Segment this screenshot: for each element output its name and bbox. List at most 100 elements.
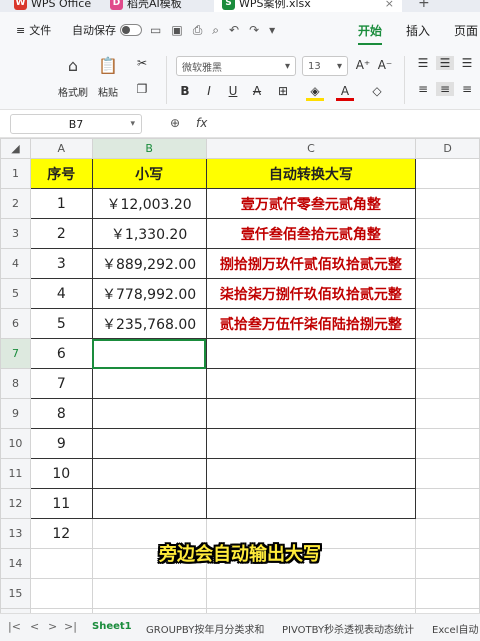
cell-seq[interactable]: 4	[29, 278, 93, 309]
row-header[interactable]: 11	[0, 458, 31, 489]
cell-upper[interactable]	[205, 368, 417, 399]
decrease-font-icon[interactable]: A⁻	[376, 58, 394, 72]
row-header[interactable]: 3	[0, 218, 31, 249]
cell[interactable]	[415, 278, 480, 309]
ribbon-tab-insert[interactable]: 插入	[406, 22, 430, 39]
row-header[interactable]: 5	[0, 278, 31, 309]
ribbon-tab-page[interactable]: 页面	[454, 22, 478, 39]
new-tab-button[interactable]: +	[418, 0, 430, 12]
open-file-icon[interactable]: ▭	[150, 23, 161, 37]
row-header[interactable]: 2	[0, 188, 31, 219]
cell-lower[interactable]: ￥235,768.00	[91, 308, 207, 339]
cell-upper[interactable]: 壹万贰仟零叁元贰角整	[205, 188, 417, 219]
close-tab-icon[interactable]: ×	[385, 0, 394, 10]
tab-template[interactable]: D 稻壳AI模板	[110, 0, 182, 12]
more-icon[interactable]: ▾	[269, 23, 275, 37]
cell-lower[interactable]	[91, 338, 207, 369]
paste-button[interactable]: 📋 粘贴	[98, 56, 118, 99]
copy-icon[interactable]: ❐	[133, 82, 151, 96]
header-cell-lower[interactable]: 小写	[91, 158, 207, 189]
cell-upper[interactable]: 柒拾柒万捌仟玖佰玖拾贰元整	[205, 278, 417, 309]
cell[interactable]	[415, 458, 480, 489]
cell[interactable]	[415, 368, 480, 399]
save-icon[interactable]: ▣	[171, 23, 182, 37]
ribbon-tab-home[interactable]: 开始	[358, 22, 383, 45]
header-cell-seq[interactable]: 序号	[29, 158, 93, 189]
row-header[interactable]: 1	[0, 158, 31, 189]
formula-input[interactable]	[218, 114, 474, 134]
clear-format-icon[interactable]: ◇	[368, 84, 386, 98]
cell-upper[interactable]	[205, 488, 417, 519]
row-header[interactable]: 4	[0, 248, 31, 279]
borders-icon[interactable]: ⊞	[274, 84, 292, 98]
cell-seq[interactable]: 5	[29, 308, 93, 339]
cell[interactable]	[415, 398, 480, 429]
cell-seq[interactable]: 3	[29, 248, 93, 279]
align-center-icon[interactable]: ≡	[436, 82, 454, 96]
autosave-toggle[interactable]: 自动保存	[72, 22, 142, 38]
cell-seq[interactable]: 8	[29, 398, 93, 429]
cell[interactable]	[415, 248, 480, 279]
cell-upper[interactable]: 壹仟叁佰叁拾元贰角整	[205, 218, 417, 249]
cell[interactable]	[415, 188, 480, 219]
cell[interactable]	[415, 158, 480, 189]
cell[interactable]	[415, 488, 480, 519]
cut-icon[interactable]: ✂	[133, 56, 151, 70]
redo-icon[interactable]: ↷	[249, 23, 259, 37]
increase-font-icon[interactable]: A⁺	[354, 58, 372, 72]
bold-icon[interactable]: B	[176, 84, 194, 98]
cell-seq[interactable]: 9	[29, 428, 93, 459]
cell-seq[interactable]: 10	[29, 458, 93, 489]
align-top-icon[interactable]: ☰	[414, 56, 432, 70]
row-header[interactable]: 10	[0, 428, 31, 459]
file-menu[interactable]: ≡ 文件	[16, 22, 51, 38]
cell-upper[interactable]	[205, 338, 417, 369]
cell-upper[interactable]	[205, 428, 417, 459]
cell-lower[interactable]: ￥12,003.20	[91, 188, 207, 219]
name-box[interactable]: B7 ▾	[10, 114, 142, 134]
cell[interactable]	[415, 428, 480, 459]
cell[interactable]	[415, 308, 480, 339]
cell-seq[interactable]	[29, 578, 93, 609]
sheet-tab-groupby[interactable]: GROUPBY按年月分类求和	[146, 621, 264, 636]
font-name-select[interactable]: 微软雅黑 ▾	[176, 56, 296, 76]
underline-icon[interactable]: U	[224, 84, 242, 98]
prev-sheet-icon[interactable]: <	[30, 620, 39, 633]
row-header[interactable]: 15	[0, 578, 31, 609]
tab-wps-office[interactable]: W WPS Office	[14, 0, 91, 12]
fx-icon[interactable]: fx	[196, 116, 207, 130]
sheet-tab-sheet1[interactable]: Sheet1	[92, 621, 132, 632]
cell-lower[interactable]: ￥889,292.00	[91, 248, 207, 279]
format-painter-button[interactable]: ⌂ 格式刷	[58, 56, 88, 99]
cell-seq[interactable]: 7	[29, 368, 93, 399]
header-cell-upper[interactable]: 自动转换大写	[205, 158, 417, 189]
cell-upper[interactable]	[205, 578, 417, 609]
sheet-tab-pivotby[interactable]: PIVOTBY秒杀透视表动态统计	[282, 621, 414, 636]
row-header[interactable]: 9	[0, 398, 31, 429]
strikethrough-icon[interactable]: A	[248, 84, 266, 98]
undo-icon[interactable]: ↶	[229, 23, 239, 37]
print-preview-icon[interactable]: ⌕	[212, 23, 219, 38]
align-right-icon[interactable]: ≡	[458, 82, 476, 96]
last-sheet-icon[interactable]: >|	[64, 620, 77, 633]
cell-lower[interactable]: ￥778,992.00	[91, 278, 207, 309]
cell-lower[interactable]	[91, 488, 207, 519]
cell-seq[interactable]: 11	[29, 488, 93, 519]
print-icon[interactable]: ⎙	[193, 23, 203, 38]
cell-upper[interactable]	[205, 458, 417, 489]
font-color-icon[interactable]: A	[336, 84, 354, 101]
cell[interactable]	[415, 578, 480, 609]
cell-upper[interactable]: 捌拾捌万玖仟贰佰玖拾贰元整	[205, 248, 417, 279]
cell-lower[interactable]: ￥1,330.20	[91, 218, 207, 249]
cell-upper[interactable]	[205, 398, 417, 429]
cell[interactable]	[415, 338, 480, 369]
column-header-a[interactable]: A	[29, 138, 93, 159]
align-middle-icon[interactable]: ☰	[436, 56, 454, 70]
column-header-c[interactable]: C	[205, 138, 417, 159]
cell-lower[interactable]	[91, 578, 207, 609]
row-header[interactable]: 6	[0, 308, 31, 339]
cell-seq[interactable]: 2	[29, 218, 93, 249]
cell-lower[interactable]	[91, 398, 207, 429]
cell-seq[interactable]: 6	[29, 338, 93, 369]
column-header-b[interactable]: B	[91, 138, 207, 159]
